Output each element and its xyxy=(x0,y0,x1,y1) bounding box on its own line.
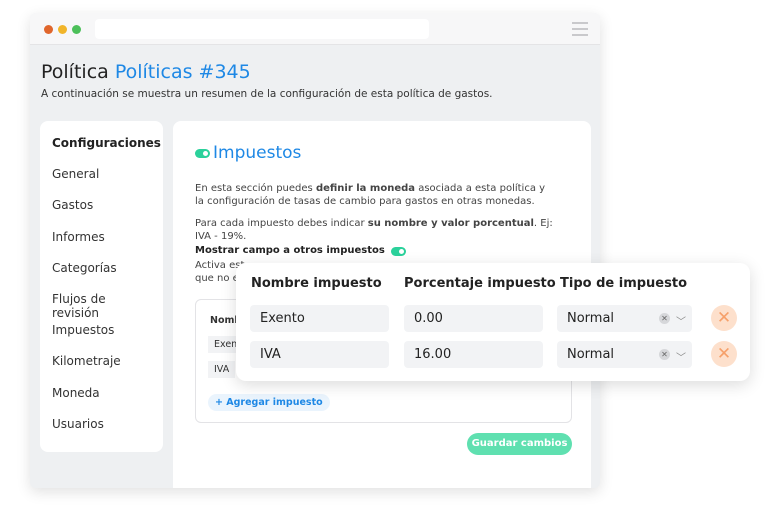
section-title: Impuestos xyxy=(195,143,301,163)
clear-icon[interactable]: ✕ xyxy=(659,349,670,360)
sidebar-heading: Configuraciones xyxy=(52,136,161,150)
sidebar-item-flujos[interactable]: Flujos de revisión xyxy=(52,292,151,323)
sidebar-item-moneda[interactable]: Moneda xyxy=(52,386,151,417)
clear-icon[interactable]: ✕ xyxy=(659,313,670,324)
tax-type-select[interactable]: Normal ✕ ﹀ xyxy=(557,305,692,332)
sidebar-item-kilometraje[interactable]: Kilometraje xyxy=(52,354,151,385)
sidebar-item-general[interactable]: General xyxy=(52,167,151,198)
section-instructions: Para cada impuesto debes indicar su nomb… xyxy=(195,218,553,242)
chevron-down-icon[interactable]: ﹀ xyxy=(676,345,686,372)
chevron-down-icon[interactable]: ﹀ xyxy=(676,309,686,336)
save-button[interactable]: Guardar cambios xyxy=(467,433,572,455)
toggle-icon xyxy=(195,148,210,158)
maximize-dot-icon[interactable] xyxy=(72,25,81,34)
column-header-name: Nombre impuesto xyxy=(251,276,382,291)
delete-row-button[interactable]: ✕ xyxy=(711,305,737,331)
tax-name-input[interactable]: IVA xyxy=(250,341,389,368)
address-bar[interactable] xyxy=(95,19,429,39)
toggle-row: Mostrar campo a otros impuestos xyxy=(195,245,555,258)
sidebar-item-impuestos[interactable]: Impuestos xyxy=(52,323,151,354)
minimize-dot-icon[interactable] xyxy=(58,25,67,34)
browser-window: Política Políticas #345 A continuación s… xyxy=(30,13,600,488)
sidebar-item-usuarios[interactable]: Usuarios xyxy=(52,417,151,448)
policy-link[interactable]: Políticas #345 xyxy=(115,61,251,83)
hamburger-menu-icon[interactable] xyxy=(572,22,588,40)
delete-row-button[interactable]: ✕ xyxy=(711,341,737,367)
sidebar: Configuraciones General Gastos Informes … xyxy=(40,121,163,452)
sidebar-item-informes[interactable]: Informes xyxy=(52,230,151,261)
title-bar xyxy=(30,13,600,45)
tax-type-select[interactable]: Normal ✕ ﹀ xyxy=(557,341,692,368)
tax-percent-input[interactable]: 0.00 xyxy=(404,305,543,332)
close-dot-icon[interactable] xyxy=(44,25,53,34)
other-taxes-toggle[interactable] xyxy=(390,246,406,256)
column-header-type: Tipo de impuesto xyxy=(560,276,687,291)
tax-table-popup: Nombre impuesto Porcentaje impuesto Tipo… xyxy=(236,263,750,381)
sidebar-item-gastos[interactable]: Gastos xyxy=(52,198,151,229)
page-subtitle: A continuación se muestra un resumen de … xyxy=(41,88,493,100)
column-header-percent: Porcentaje impuesto xyxy=(404,276,556,291)
page-title: Política Políticas #345 xyxy=(41,61,251,83)
sidebar-item-categorias[interactable]: Categorías xyxy=(52,261,151,292)
add-tax-button[interactable]: + Agregar impuesto xyxy=(208,394,330,411)
section-description: En esta sección puedes definir la moneda… xyxy=(195,183,546,207)
tax-percent-input[interactable]: 16.00 xyxy=(404,341,543,368)
tax-name-input[interactable]: Exento xyxy=(250,305,389,332)
